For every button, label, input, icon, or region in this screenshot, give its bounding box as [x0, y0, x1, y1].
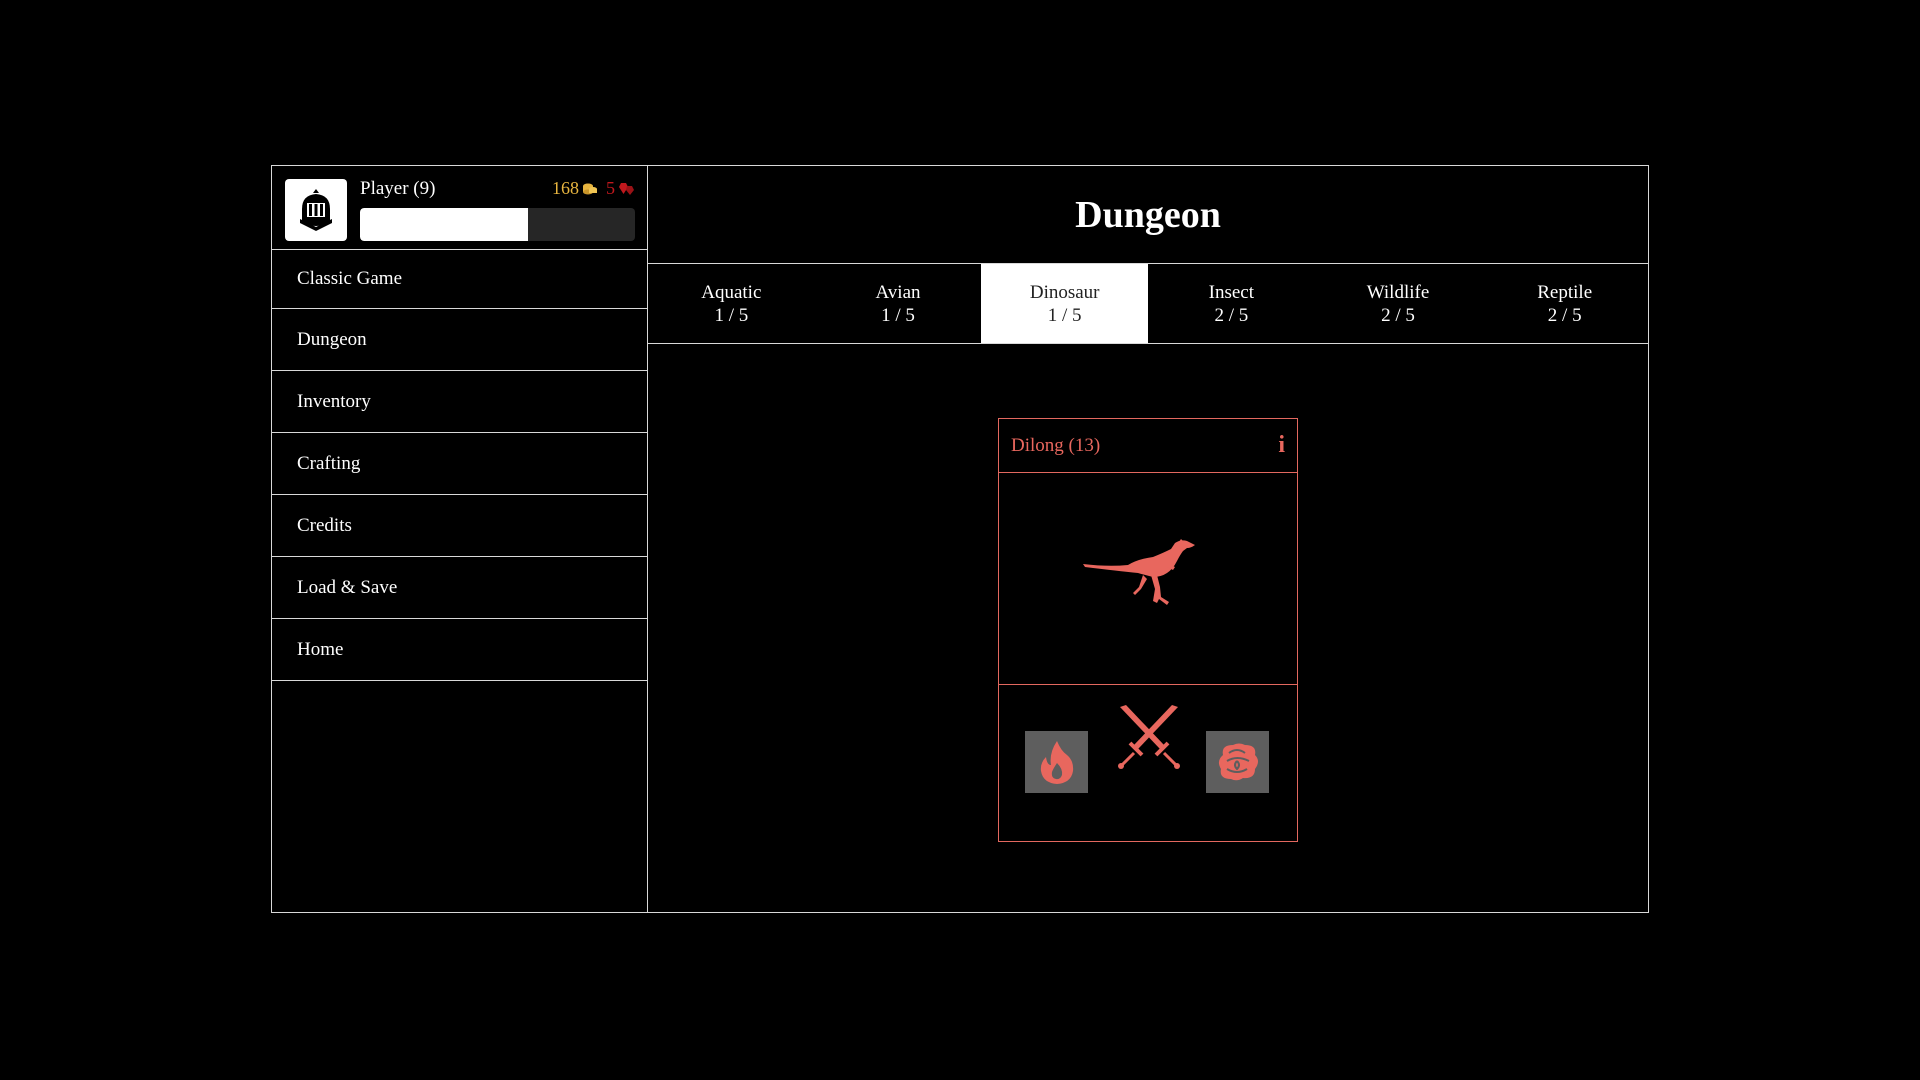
gem-amount: 5 [606, 178, 615, 198]
crossed-swords-icon[interactable] [1114, 703, 1184, 778]
tab-progress: 2 / 5 [1214, 304, 1249, 326]
tab-label: Wildlife [1366, 281, 1430, 303]
tab-label: Aquatic [701, 281, 762, 303]
tab-progress: 1 / 5 [1047, 304, 1082, 326]
tab-label: Dinosaur [1029, 281, 1100, 303]
info-icon[interactable]: i [1278, 432, 1285, 459]
gold-amount: 168 [552, 178, 579, 198]
gold-counter: 168 [552, 178, 598, 199]
coin-stack-icon [583, 183, 597, 194]
game-frame: Player (9) 168 5 Classic Game Dungeon In… [271, 165, 1649, 913]
category-tabs: Aquatic 1 / 5 Avian 1 / 5 Dinosaur 1 / 5… [648, 264, 1648, 344]
tab-progress: 1 / 5 [714, 304, 749, 326]
tab-label: Insect [1208, 281, 1255, 303]
nav-load-save[interactable]: Load & Save [272, 557, 647, 619]
nav-inventory[interactable]: Inventory [272, 371, 647, 433]
gem-counter: 5 [606, 178, 634, 199]
tab-progress: 2 / 5 [1381, 304, 1415, 326]
knight-helmet-icon[interactable] [285, 179, 347, 241]
currency-display: 168 5 [552, 178, 634, 199]
monster-card[interactable]: Dilong (13) i [998, 418, 1298, 842]
nav-crafting[interactable]: Crafting [272, 433, 647, 495]
tab-aquatic[interactable]: Aquatic 1 / 5 [648, 264, 815, 343]
fire-icon [1040, 741, 1073, 784]
fire-skill-slot[interactable] [1025, 731, 1088, 793]
tab-reptile[interactable]: Reptile 2 / 5 [1481, 264, 1648, 343]
nav-home[interactable]: Home [272, 619, 647, 681]
brain-icon [1218, 743, 1258, 781]
tab-dinosaur[interactable]: Dinosaur 1 / 5 [981, 264, 1149, 343]
tab-insect[interactable]: Insect 2 / 5 [1148, 264, 1315, 343]
tab-label: Reptile [1537, 281, 1593, 303]
nav-credits[interactable]: Credits [272, 495, 647, 557]
player-panel: Player (9) 168 5 [272, 166, 647, 250]
card-header: Dilong (13) i [999, 419, 1297, 473]
main-panel: Dungeon Aquatic 1 / 5 Avian 1 / 5 Dinosa… [648, 166, 1648, 912]
nav-classic-game[interactable]: Classic Game [272, 250, 647, 309]
monster-image [999, 473, 1297, 685]
player-name: Player (9) [360, 178, 436, 199]
tab-avian[interactable]: Avian 1 / 5 [815, 264, 982, 343]
ruby-gems-icon [619, 182, 634, 195]
monster-name: Dilong (13) [1011, 434, 1101, 456]
brain-skill-slot[interactable] [1206, 731, 1269, 793]
sidebar: Player (9) 168 5 Classic Game Dungeon In… [272, 166, 648, 912]
dinosaur-icon [1083, 538, 1195, 605]
tab-progress: 1 / 5 [881, 304, 915, 326]
tab-wildlife[interactable]: Wildlife 2 / 5 [1315, 264, 1482, 343]
nav-dungeon[interactable]: Dungeon [272, 309, 647, 371]
tab-label: Avian [875, 281, 921, 303]
skills-bar [999, 685, 1297, 841]
page-title: Dungeon [648, 166, 1648, 264]
xp-bar-fill [360, 208, 528, 241]
xp-bar [360, 208, 635, 241]
tab-progress: 2 / 5 [1547, 304, 1582, 326]
